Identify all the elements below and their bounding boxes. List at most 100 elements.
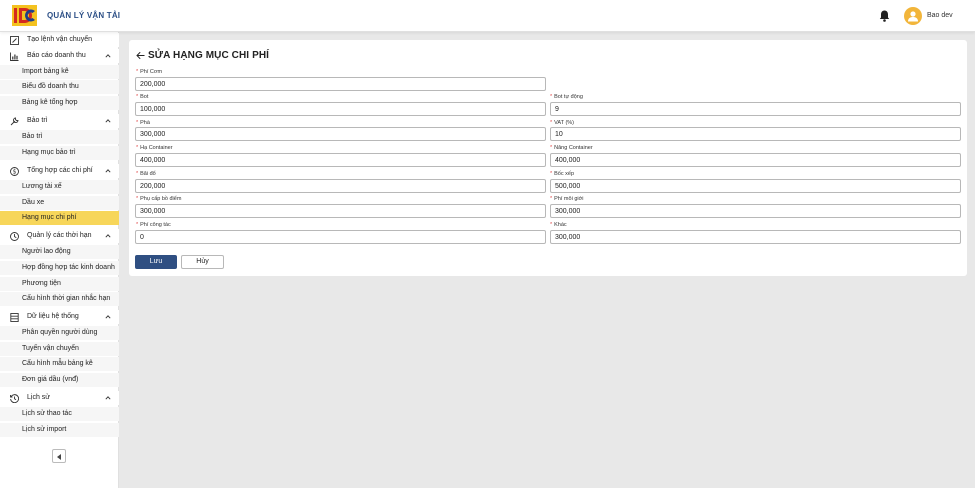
sidebar-item-label: Người lao động <box>22 248 71 255</box>
sidebar-group-tong-hop-chi-phi[interactable]: $ Tổng hợp các chi phí <box>0 164 119 178</box>
arrow-left-icon[interactable] <box>136 51 145 60</box>
sidebar-item-label: Cấu hình thời gian nhắc hạn <box>22 295 111 302</box>
sidebar-item-hop-dong-hop-tac[interactable]: Hợp đồng hợp tác kinh doanh <box>0 261 119 275</box>
required-mark: * <box>550 171 553 177</box>
edit-square-icon <box>10 36 19 45</box>
sidebar-group-bao-tri[interactable]: Bảo trì <box>0 114 119 128</box>
database-icon <box>10 313 19 322</box>
sidebar-item-tao-lenh-van-chuyen[interactable]: Tạo lệnh vận chuyển <box>0 33 119 47</box>
field-label-bai-do: * Bãi đổ <box>136 171 156 177</box>
sidebar-item-label: Biểu đồ doanh thu <box>22 83 79 90</box>
sidebar-item-label: Đơn giá dầu (vnđ) <box>22 376 79 383</box>
sidebar-item-bieu-do-doanh-thu[interactable]: Biểu đồ doanh thu <box>0 80 119 94</box>
vat-input[interactable] <box>550 127 961 141</box>
required-mark: * <box>136 171 139 177</box>
sidebar-item-phuong-tien[interactable]: Phương tiện <box>0 277 119 291</box>
field-label-khac: * Khác <box>550 222 567 228</box>
phi-com-input[interactable] <box>135 77 546 91</box>
sidebar-group-quan-ly-thoi-han[interactable]: Quản lý các thời hạn <box>0 229 119 243</box>
avatar[interactable] <box>904 7 922 25</box>
required-mark: * <box>136 120 139 126</box>
sidebar-item-label: Tạo lệnh vận chuyển <box>27 36 92 43</box>
field-label-bot: * Bot <box>136 94 149 100</box>
chevron-up-icon <box>105 54 111 58</box>
required-mark: * <box>550 196 553 202</box>
cancel-button[interactable]: Hủy <box>181 255 224 269</box>
field-label-pha: * Phà <box>136 120 150 126</box>
sidebar-item-label: Lịch sử thao tác <box>22 410 72 417</box>
chevron-up-icon <box>105 169 111 173</box>
required-mark: * <box>136 222 139 228</box>
sidebar-item-label: Hạng mục chi phí <box>22 214 77 221</box>
required-mark: * <box>550 94 553 100</box>
sidebar-item-label: Bảo trì <box>27 117 48 124</box>
required-mark: * <box>136 69 139 75</box>
sidebar-item-lich-su-thao-tac[interactable]: Lịch sử thao tác <box>0 407 119 421</box>
history-icon <box>10 394 19 403</box>
field-label-phi-com: * Phí Cơm <box>136 69 163 75</box>
sidebar-group-du-lieu-he-thong[interactable]: Dữ liệu hệ thống <box>0 310 119 324</box>
ha-container-input[interactable] <box>135 153 546 167</box>
required-mark: * <box>550 145 553 151</box>
sidebar-item-cau-hinh-nhac-han[interactable]: Cấu hình thời gian nhắc hạn <box>0 292 119 306</box>
sidebar-item-hang-muc-chi-phi[interactable]: Hạng mục chi phí <box>0 211 119 225</box>
sidebar-item-label: Phương tiện <box>22 280 61 287</box>
save-button[interactable]: Lưu <box>135 255 177 269</box>
sidebar-item-label: Phân quyền người dùng <box>22 329 98 336</box>
sidebar-item-hang-muc-bao-tri[interactable]: Hạng mục bảo trì <box>0 146 119 160</box>
field-label-phu-cap: * Phụ cấp bồ điểm <box>136 196 182 202</box>
clock-icon <box>10 232 19 241</box>
sidebar-item-don-gia-dau[interactable]: Đơn giá dầu (vnđ) <box>0 373 119 387</box>
user-name[interactable]: Bao dev <box>927 12 953 19</box>
sidebar-item-label: Lịch sử <box>27 394 50 401</box>
sidebar-item-tuyen-van-chuyen[interactable]: Tuyến vận chuyển <box>0 342 119 356</box>
sidebar-item-luong-tai-xe[interactable]: Lương tài xế <box>0 180 119 194</box>
sidebar-item-label: Cấu hình mẫu bảng kê <box>22 360 93 367</box>
chevron-up-icon <box>105 315 111 319</box>
company-logo[interactable] <box>12 5 37 26</box>
sidebar-item-lich-su-import[interactable]: Lịch sử import <box>0 423 119 437</box>
sidebar-item-import-bang-ke[interactable]: Import bảng kê <box>0 65 119 79</box>
sidebar-group-bao-cao-doanh-thu[interactable]: Báo cáo doanh thu <box>0 49 119 63</box>
sidebar-collapse-button[interactable] <box>52 449 66 463</box>
boc-xep-input[interactable] <box>550 179 961 193</box>
bot-input[interactable] <box>135 102 546 116</box>
phi-cong-tac-input[interactable] <box>135 230 546 244</box>
field-label-ha-container: * Hạ Container <box>136 145 173 151</box>
sidebar-item-label: Dầu xe <box>22 199 45 206</box>
svg-text:$: $ <box>13 169 17 176</box>
edit-cost-card: SỬA HẠNG MỤC CHI PHÍ *Phí Cơm *Bot *Bot … <box>129 40 967 276</box>
sidebar-item-phan-quyen[interactable]: Phân quyền người dùng <box>0 326 119 340</box>
sidebar-item-label: Lương tài xế <box>22 183 62 190</box>
sidebar-item-label: Hạng mục bảo trì <box>22 149 76 156</box>
user-icon <box>908 11 918 22</box>
field-label-vat: * VAT (%) <box>550 120 575 126</box>
page-title: SỬA HẠNG MỤC CHI PHÍ <box>148 50 270 61</box>
sidebar-item-bao-tri[interactable]: Bảo trì <box>0 130 119 144</box>
sidebar-item-label: Tổng hợp các chi phí <box>27 167 93 174</box>
sidebar-group-lich-su[interactable]: Lịch sử <box>0 391 119 405</box>
nang-container-input[interactable] <box>550 153 961 167</box>
bai-do-input[interactable] <box>135 179 546 193</box>
bell-icon[interactable] <box>879 10 890 22</box>
bot-tu-dong-input[interactable] <box>550 102 961 116</box>
sidebar-item-dau-xe[interactable]: Dầu xe <box>0 196 119 210</box>
sidebar-item-cau-hinh-mau-bang-ke[interactable]: Cấu hình mẫu bảng kê <box>0 357 119 371</box>
pha-input[interactable] <box>135 127 546 141</box>
chevron-up-icon <box>105 396 111 400</box>
field-label-boc-xep: * Bốc xếp <box>550 171 575 177</box>
bar-chart-icon <box>10 52 19 61</box>
chevron-up-icon <box>105 119 111 123</box>
sidebar-item-bang-ke-tong-hop[interactable]: Bảng kê tổng hợp <box>0 96 119 110</box>
phi-moi-gioi-input[interactable] <box>550 204 961 218</box>
sidebar-item-nguoi-lao-dong[interactable]: Người lao động <box>0 245 119 259</box>
required-mark: * <box>136 94 139 100</box>
required-mark: * <box>550 120 553 126</box>
phu-cap-input[interactable] <box>135 204 546 218</box>
field-label-nang-container: * Nâng Container <box>550 145 593 151</box>
field-label-bot-tu-dong: * Bot tự động <box>550 94 583 100</box>
required-mark: * <box>550 222 553 228</box>
khac-input[interactable] <box>550 230 961 244</box>
sidebar-item-label: Bảo trì <box>22 133 43 140</box>
wrench-icon <box>10 117 19 126</box>
